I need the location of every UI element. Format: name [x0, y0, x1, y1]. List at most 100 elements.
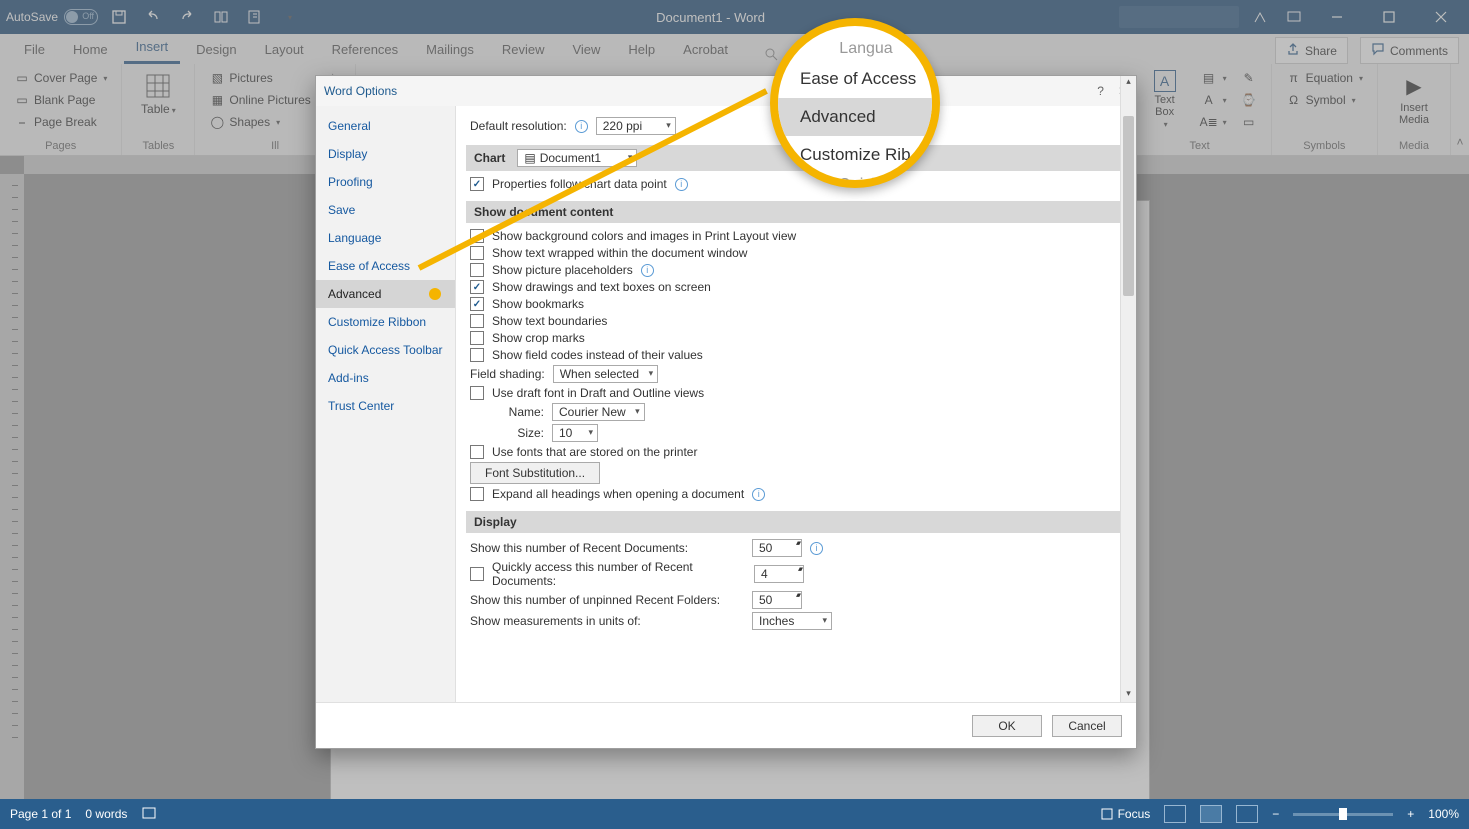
account-area[interactable]	[1119, 6, 1239, 28]
table-button[interactable]: Table	[132, 68, 184, 116]
scroll-thumb[interactable]	[1123, 116, 1134, 296]
comments-button[interactable]: Comments	[1360, 37, 1459, 64]
zoom-out-button[interactable]: −	[1272, 807, 1279, 821]
symbol-button[interactable]: ΩSymbol	[1282, 90, 1367, 110]
scroll-down-icon[interactable]: ▾	[1121, 688, 1136, 702]
info-icon[interactable]: i	[752, 488, 765, 501]
checkbox-crop[interactable]	[470, 331, 484, 345]
checkbox-quick-recent[interactable]	[470, 567, 484, 581]
insert-media-button[interactable]: ▶ Insert Media	[1388, 68, 1440, 126]
dialog-nav: General Display Proofing Save Language E…	[316, 106, 456, 702]
minimize-button[interactable]	[1315, 0, 1359, 34]
font-name-select[interactable]: Courier New	[552, 403, 645, 421]
object-button[interactable]: ▭	[1237, 112, 1261, 132]
tab-layout[interactable]: Layout	[253, 36, 316, 64]
spellcheck-icon[interactable]	[141, 805, 157, 824]
redo-icon[interactable]	[174, 4, 200, 30]
ribbon-display-icon[interactable]	[1281, 4, 1307, 30]
coming-soon-icon[interactable]	[1247, 4, 1273, 30]
wordart-button[interactable]: A	[1197, 90, 1231, 110]
maximize-button[interactable]	[1367, 0, 1411, 34]
group-label: Pages	[45, 140, 76, 155]
nav-quick-access-toolbar[interactable]: Quick Access Toolbar	[316, 336, 455, 364]
print-layout-icon[interactable]	[1200, 805, 1222, 823]
datetime-button[interactable]: ⌚	[1237, 90, 1261, 110]
page-break-button[interactable]: ⎯Page Break	[10, 112, 111, 132]
ok-button[interactable]: OK	[972, 715, 1042, 737]
tab-file[interactable]: File	[12, 36, 57, 64]
measurements-select[interactable]: Inches	[752, 612, 832, 630]
nav-save[interactable]: Save	[316, 196, 455, 224]
checkbox-printerfonts[interactable]	[470, 445, 484, 459]
checkbox-wrap[interactable]	[470, 246, 484, 260]
undo-icon[interactable]	[140, 4, 166, 30]
nav-advanced[interactable]: Advanced	[316, 280, 455, 308]
zoom-in-button[interactable]: +	[1407, 807, 1414, 821]
shapes-button[interactable]: ◯Shapes	[205, 112, 314, 132]
checkbox-props-follow[interactable]: ✓	[470, 177, 484, 191]
signature-button[interactable]: ✎	[1237, 68, 1261, 88]
font-substitution-button[interactable]: Font Substitution...	[470, 462, 600, 484]
checkbox-textbound[interactable]	[470, 314, 484, 328]
tell-me-search[interactable]	[764, 47, 778, 64]
online-pictures-button[interactable]: ▦Online Pictures	[205, 90, 314, 110]
word-count[interactable]: 0 words	[85, 807, 127, 821]
quick-recent-spinner[interactable]: 4	[754, 565, 804, 583]
share-button[interactable]: Share	[1275, 37, 1348, 64]
info-icon[interactable]: i	[575, 120, 588, 133]
qat-icon-2[interactable]	[242, 4, 268, 30]
nav-addins[interactable]: Add-ins	[316, 364, 455, 392]
nav-language[interactable]: Language	[316, 224, 455, 252]
collapse-ribbon-icon[interactable]: ˄	[1451, 64, 1469, 155]
recent-docs-spinner[interactable]: 50	[752, 539, 802, 557]
nav-proofing[interactable]: Proofing	[316, 168, 455, 196]
close-button[interactable]	[1419, 0, 1463, 34]
page-indicator[interactable]: Page 1 of 1	[10, 807, 71, 821]
tab-acrobat[interactable]: Acrobat	[671, 36, 740, 64]
field-shading-select[interactable]: When selected	[553, 365, 658, 383]
nav-customize-ribbon[interactable]: Customize Ribbon	[316, 308, 455, 336]
tab-references[interactable]: References	[320, 36, 410, 64]
checkbox-drawings[interactable]: ✓	[470, 280, 484, 294]
tab-review[interactable]: Review	[490, 36, 557, 64]
font-size-select[interactable]: 10	[552, 424, 598, 442]
nav-general[interactable]: General	[316, 112, 455, 140]
pictures-button[interactable]: ▧Pictures	[205, 68, 314, 88]
blank-page-button[interactable]: ▭Blank Page	[10, 90, 111, 110]
tab-insert[interactable]: Insert	[124, 33, 181, 64]
nav-trust-center[interactable]: Trust Center	[316, 392, 455, 420]
info-icon[interactable]: i	[641, 264, 654, 277]
qat-customize-icon[interactable]	[276, 4, 302, 30]
qat-icon[interactable]	[208, 4, 234, 30]
info-icon[interactable]: i	[810, 542, 823, 555]
cancel-button[interactable]: Cancel	[1052, 715, 1122, 737]
dialog-help-button[interactable]: ?	[1097, 84, 1104, 98]
read-mode-icon[interactable]	[1164, 805, 1186, 823]
tab-mailings[interactable]: Mailings	[414, 36, 486, 64]
web-layout-icon[interactable]	[1236, 805, 1258, 823]
default-resolution-select[interactable]: 220 ppi	[596, 117, 676, 135]
tab-help[interactable]: Help	[616, 36, 667, 64]
autosave-toggle[interactable]: AutoSave Off	[6, 9, 98, 25]
tab-view[interactable]: View	[560, 36, 612, 64]
info-icon[interactable]: i	[675, 178, 688, 191]
zoom-level[interactable]: 100%	[1428, 807, 1459, 821]
recent-folders-spinner[interactable]: 50	[752, 591, 802, 609]
focus-mode[interactable]: Focus	[1100, 807, 1151, 821]
nav-display[interactable]: Display	[316, 140, 455, 168]
checkbox-expand[interactable]	[470, 487, 484, 501]
save-icon[interactable]	[106, 4, 132, 30]
zoom-slider[interactable]	[1293, 813, 1393, 816]
checkbox-bookmarks[interactable]: ✓	[470, 297, 484, 311]
checkbox-fieldcodes[interactable]	[470, 348, 484, 362]
dropcap-button[interactable]: A≣	[1197, 112, 1231, 132]
checkbox-placeholders[interactable]	[470, 263, 484, 277]
equation-button[interactable]: πEquation	[1282, 68, 1367, 88]
dialog-scrollbar[interactable]: ▴ ▾	[1120, 106, 1136, 702]
textbox-button[interactable]: A Text Box	[1139, 68, 1191, 129]
cover-page-button[interactable]: ▭Cover Page	[10, 68, 111, 88]
tab-home[interactable]: Home	[61, 36, 120, 64]
tab-design[interactable]: Design	[184, 36, 248, 64]
checkbox-draftfont[interactable]	[470, 386, 484, 400]
quickparts-button[interactable]: ▤	[1197, 68, 1231, 88]
